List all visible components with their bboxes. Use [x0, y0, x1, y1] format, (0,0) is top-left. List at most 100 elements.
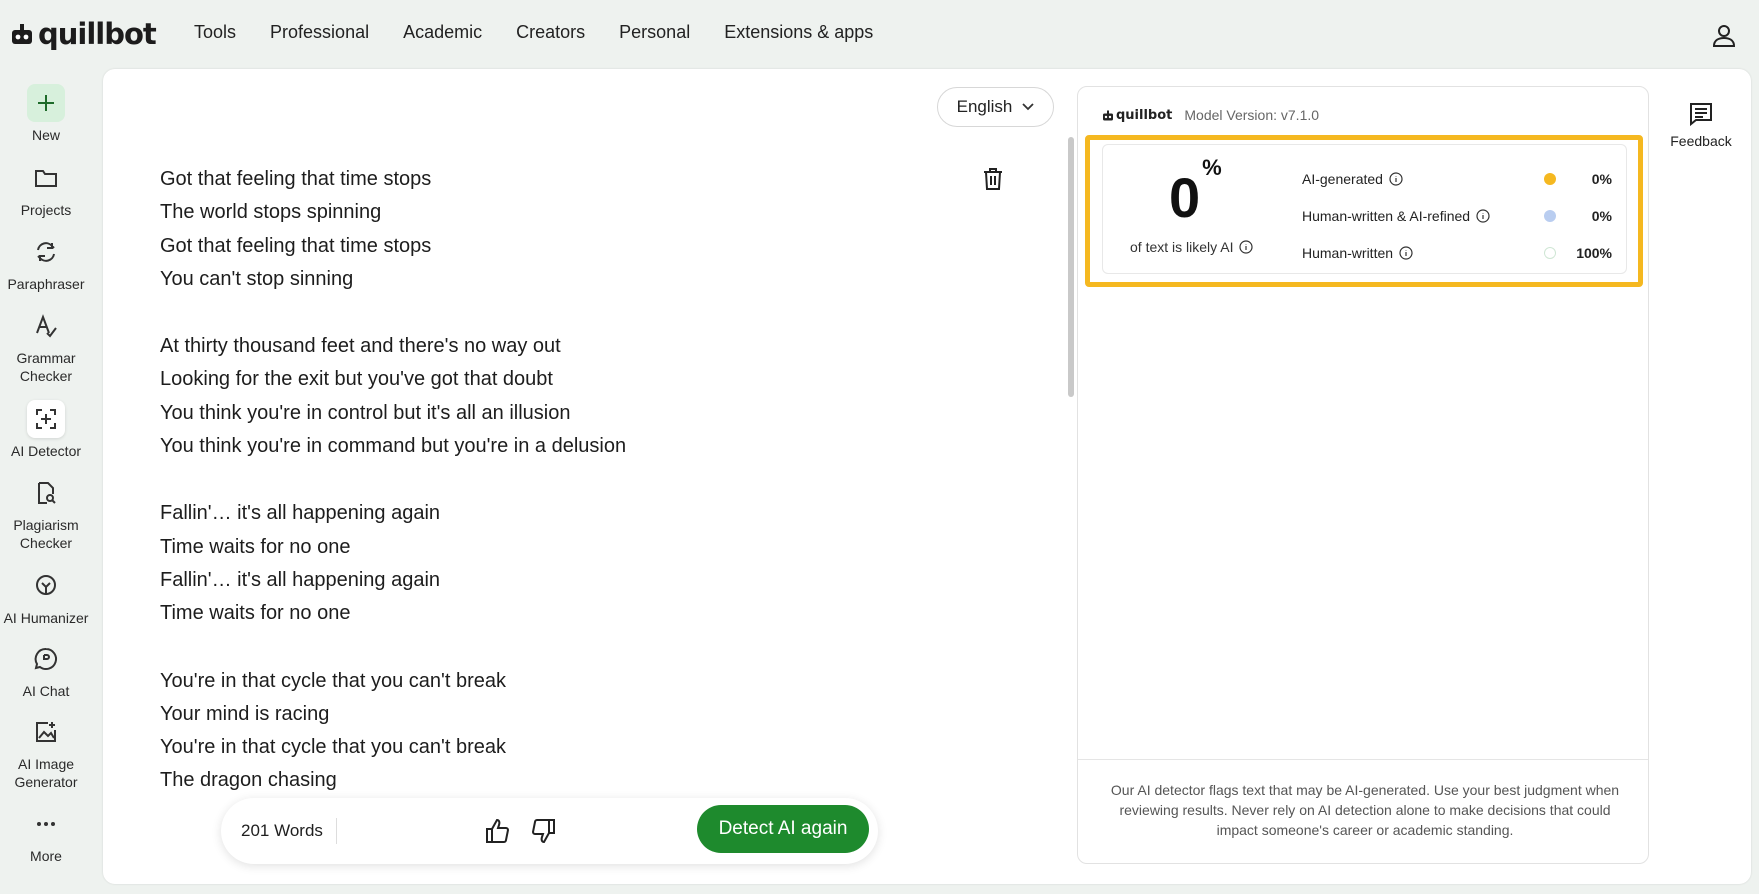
more-icon	[27, 805, 65, 843]
text-line: Time waits for no one	[160, 535, 351, 558]
nav-tools[interactable]: Tools	[194, 22, 236, 43]
sidebar-item-projects[interactable]: Projects	[0, 159, 92, 219]
sidebar-item-ai-humanizer[interactable]: AI Humanizer	[0, 567, 92, 627]
ai-generated-dot	[1544, 173, 1556, 185]
language-select[interactable]: English	[937, 87, 1054, 127]
chat-icon	[27, 640, 65, 678]
sidebar-item-label: AI Image Generator	[14, 756, 78, 790]
text-line: Looking for the exit but you've got that…	[160, 368, 553, 391]
score-highlight-box: 0% of text is likely AI AI-generated 0% …	[1085, 135, 1643, 287]
detect-ai-again-button[interactable]: Detect AI again	[697, 805, 869, 853]
stat-label: Human-written	[1302, 245, 1394, 261]
stat-human-written: Human-written 100%	[1302, 245, 1612, 261]
text-line: You think you're in command but you're i…	[160, 435, 627, 458]
trash-icon[interactable]	[983, 167, 1003, 191]
sidebar-item-new[interactable]: New	[0, 84, 92, 144]
editor-scrollbar[interactable]	[1068, 137, 1074, 397]
sidebar-item-more[interactable]: More	[0, 805, 92, 865]
stanza: You're in that cycle that you can't brea…	[160, 665, 860, 798]
text-line: You think you're in control but it's all…	[160, 401, 571, 424]
info-icon[interactable]	[1476, 209, 1490, 223]
feedback-icon	[1690, 103, 1712, 127]
text-line: You can't stop sinning	[160, 267, 354, 290]
ai-score-value: 0	[1169, 166, 1201, 229]
top-navigation: quillbot Tools Professional Academic Cre…	[0, 0, 1759, 70]
folder-icon	[27, 159, 65, 197]
account-icon[interactable]	[1711, 22, 1737, 48]
plagiarism-icon	[27, 474, 65, 512]
plus-icon	[27, 84, 65, 122]
ai-score-unit: %	[1202, 155, 1222, 181]
nav-academic[interactable]: Academic	[403, 22, 482, 43]
sidebar-item-paraphraser[interactable]: Paraphraser	[0, 233, 92, 293]
info-icon[interactable]	[1399, 246, 1413, 260]
score-caption: of text is likely AI	[1130, 239, 1254, 255]
sidebar-item-label: AI Humanizer	[3, 610, 89, 626]
feedback-label: Feedback	[1670, 133, 1732, 149]
text-line: Got that feeling that time stops	[160, 168, 432, 190]
sidebar-item-label: More	[30, 848, 62, 864]
sidebar-item-ai-detector[interactable]: AI Detector	[0, 400, 92, 460]
sidebar-item-grammar-checker[interactable]: Grammar Checker	[0, 307, 92, 385]
humanizer-icon	[27, 567, 65, 605]
result-panel: quillbot Model Version: v7.1.0 0% of tex…	[1077, 86, 1649, 864]
stanza: Got that feeling that time stops The wor…	[160, 163, 860, 296]
sidebar-item-ai-image-generator[interactable]: AI Image Generator	[0, 713, 92, 791]
score-caption-text: of text is likely AI	[1130, 239, 1234, 255]
text-line: At thirty thousand feet and there's no w…	[160, 335, 561, 358]
text-line: The dragon chasing	[160, 769, 337, 792]
result-header: quillbot Model Version: v7.1.0	[1102, 107, 1319, 123]
sidebar-item-ai-chat[interactable]: AI Chat	[0, 640, 92, 700]
text-line: You're in that cycle that you can't brea…	[160, 736, 506, 759]
logo-text: quillbot	[38, 17, 157, 51]
text-line: You're in that cycle that you can't brea…	[160, 669, 506, 692]
quillbot-logo[interactable]: quillbot	[10, 17, 157, 51]
grammar-icon	[27, 307, 65, 345]
ai-score: 0%	[1169, 155, 1222, 230]
divider	[1078, 759, 1648, 760]
main-nav: Tools Professional Academic Creators Per…	[194, 22, 907, 43]
quillbot-mini-logo: quillbot	[1102, 108, 1172, 123]
info-icon[interactable]	[1389, 172, 1403, 186]
stat-value: 100%	[1576, 245, 1612, 261]
stat-label: AI-generated	[1302, 171, 1383, 187]
thumbs-down-icon[interactable]	[529, 817, 557, 845]
stanza: At thirty thousand feet and there's no w…	[160, 330, 860, 463]
stat-human-ai-refined: Human-written & AI-refined 0%	[1302, 208, 1612, 224]
nav-personal[interactable]: Personal	[619, 22, 690, 43]
text-line: Fallin'… it's all happening again	[160, 502, 441, 525]
text-line: Fallin'… it's all happening again	[160, 568, 441, 591]
sidebar-item-label: Grammar Checker	[16, 350, 76, 384]
sidebar-item-label: Projects	[20, 202, 72, 218]
mini-logo-text: quillbot	[1116, 107, 1173, 123]
text-line: Time waits for no one	[160, 602, 351, 625]
sidebar-item-label: New	[31, 127, 60, 143]
quillbot-logo-icon	[12, 24, 32, 44]
text-line: Got that feeling that time stops	[160, 234, 432, 257]
ai-detector-icon	[27, 400, 65, 438]
text-editor[interactable]: Got that feeling that time stops The wor…	[160, 163, 860, 832]
sidebar-item-label: AI Chat	[22, 683, 70, 699]
nav-extensions-apps[interactable]: Extensions & apps	[724, 22, 873, 43]
thumbs-up-icon[interactable]	[484, 817, 512, 845]
language-label: English	[956, 97, 1013, 116]
human-written-dot	[1544, 247, 1556, 259]
stanza: Fallin'… it's all happening again Time w…	[160, 497, 860, 630]
word-count: 201 Words	[241, 821, 323, 840]
text-line: Your mind is racing	[160, 702, 330, 725]
paraphraser-icon	[27, 233, 65, 271]
nav-professional[interactable]: Professional	[270, 22, 369, 43]
nav-creators[interactable]: Creators	[516, 22, 585, 43]
divider	[336, 818, 337, 844]
score-card: 0% of text is likely AI AI-generated 0% …	[1102, 144, 1627, 274]
image-generator-icon	[27, 713, 65, 751]
stat-ai-generated: AI-generated 0%	[1302, 171, 1612, 187]
sidebar-item-label: AI Detector	[10, 443, 82, 459]
info-icon[interactable]	[1239, 240, 1254, 254]
model-version: Model Version: v7.1.0	[1184, 107, 1320, 123]
sidebar-item-label: Paraphraser	[7, 276, 85, 292]
sidebar-item-plagiarism-checker[interactable]: Plagiarism Checker	[0, 474, 92, 552]
human-ai-refined-dot	[1544, 210, 1556, 222]
feedback-button[interactable]: Feedback	[1663, 101, 1739, 149]
text-line: The world stops spinning	[160, 201, 382, 224]
